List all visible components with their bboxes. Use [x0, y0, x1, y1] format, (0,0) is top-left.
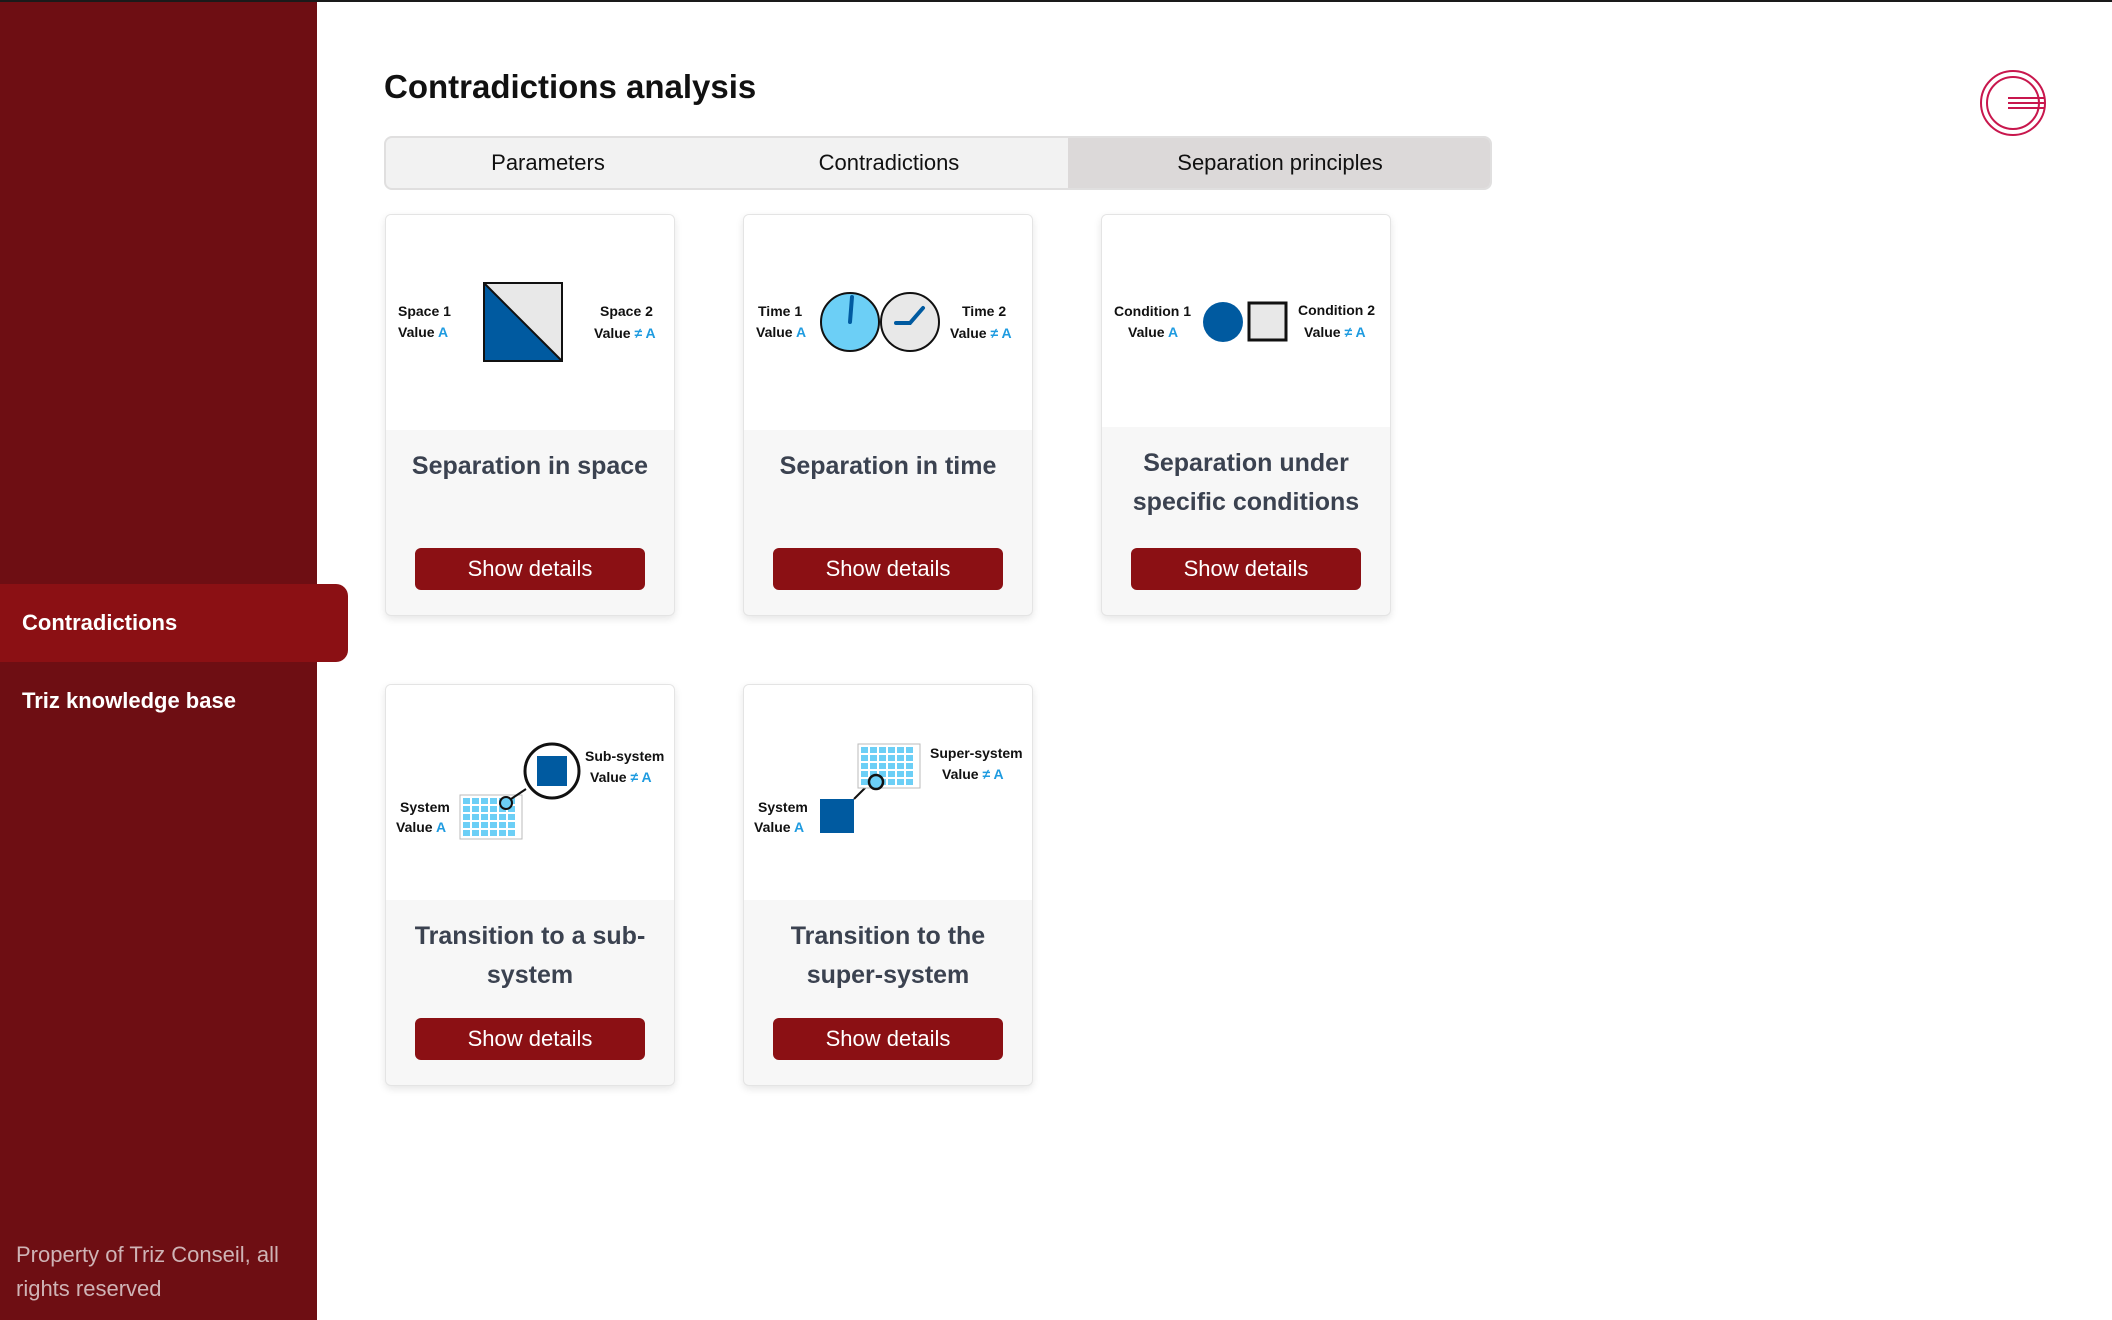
svg-text:Time 1: Time 1 [758, 303, 802, 319]
tab-parameters[interactable]: Parameters [386, 138, 710, 188]
separation-in-time-diagram: Time 1 Value A Time 2 Value ≠ A [744, 215, 1032, 430]
svg-text:Value ≠ A: Value ≠ A [594, 325, 656, 341]
sidebar-item-label: Triz knowledge base [22, 688, 236, 713]
card-title: Separation under specific conditions [1132, 449, 1360, 516]
tab-label: Separation principles [1177, 150, 1383, 175]
svg-text:Value ≠ A: Value ≠ A [950, 325, 1012, 341]
svg-text:Value A: Value A [756, 324, 806, 340]
show-details-button[interactable]: Show details [415, 1018, 645, 1060]
svg-text:Condition 1: Condition 1 [1114, 303, 1191, 319]
separation-under-conditions-diagram: Condition 1 Value A Condition 2 Value ≠ … [1102, 215, 1390, 427]
svg-text:Value A: Value A [396, 819, 446, 835]
svg-text:Value A: Value A [398, 324, 448, 340]
card-title: Separation in space [411, 452, 649, 480]
main-content: Contradictions analysis Parameters Contr… [317, 0, 2112, 1320]
tab-separation-principles[interactable]: Separation principles [1068, 138, 1490, 188]
card-title: Transition to the super-system [790, 922, 986, 989]
svg-text:Sub-system: Sub-system [585, 748, 664, 764]
window-top-border [0, 0, 2112, 2]
sidebar: Contradictions Triz knowledge base Prope… [0, 0, 348, 1320]
svg-text:System: System [400, 799, 450, 815]
principle-card-separation-in-time: Time 1 Value A Time 2 Value ≠ A Separati… [743, 214, 1033, 616]
triz-logo-icon[interactable] [1978, 68, 2048, 138]
transition-to-sub-system-diagram: System Value A Sub-system Value ≠ A [386, 685, 674, 900]
transition-to-super-system-diagram: System Value A Super-system Value ≠ A [744, 685, 1032, 900]
show-details-button[interactable]: Show details [773, 548, 1003, 590]
principle-card-separation-under-conditions: Condition 1 Value A Condition 2 Value ≠ … [1101, 214, 1391, 616]
show-details-button[interactable]: Show details [773, 1018, 1003, 1060]
svg-text:Value ≠ A: Value ≠ A [590, 769, 652, 785]
page-title: Contradictions analysis [384, 68, 757, 105]
svg-text:Condition 2: Condition 2 [1298, 302, 1375, 318]
svg-text:Value A: Value A [754, 819, 804, 835]
sidebar-item-label: Contradictions [22, 610, 178, 635]
super-system-grid [857, 743, 921, 789]
tab-bar: Parameters Contradictions Separation pri… [384, 136, 1492, 190]
svg-text:System: System [758, 799, 808, 815]
principle-card-transition-to-sub-system: System Value A Sub-system Value ≠ A Tran… [385, 684, 675, 1086]
principle-card-separation-in-space: Space 1 Value A Space 2 Value ≠ A Separa… [385, 214, 675, 616]
tab-label: Contradictions [818, 150, 960, 175]
copyright-footer: Property of Triz Conseil, all rights res… [16, 1242, 279, 1301]
sidebar-item-triz-knowledge-base[interactable]: Triz knowledge base [0, 662, 348, 740]
show-details-button[interactable]: Show details [415, 548, 645, 590]
diagram-right-label: Space 2 [600, 303, 653, 319]
card-title: Transition to a sub-system [414, 922, 646, 989]
svg-text:Value A: Value A [1128, 324, 1178, 340]
svg-text:Value ≠ A: Value ≠ A [942, 766, 1004, 782]
separation-in-space-diagram: Space 1 Value A Space 2 Value ≠ A [386, 215, 674, 430]
svg-text:Value ≠ A: Value ≠ A [1304, 324, 1366, 340]
tab-contradictions[interactable]: Contradictions [710, 138, 1068, 188]
svg-text:Super-system: Super-system [930, 745, 1023, 761]
sidebar-item-contradictions[interactable]: Contradictions [0, 584, 348, 662]
tab-label: Parameters [491, 150, 605, 175]
card-title: Separation in time [779, 452, 997, 480]
svg-text:Time 2: Time 2 [962, 303, 1006, 319]
show-details-button[interactable]: Show details [1131, 548, 1361, 590]
principle-card-transition-to-super-system: System Value A Super-system Value ≠ A Tr… [743, 684, 1033, 1086]
diagram-left-label: Space 1 [398, 303, 451, 319]
